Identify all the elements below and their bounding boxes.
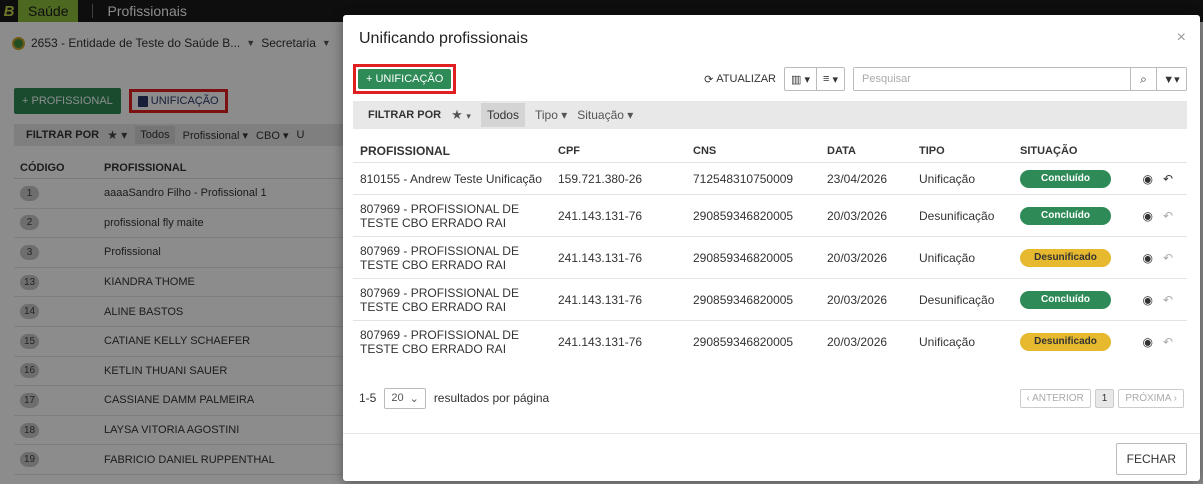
cell-data: 20/03/2026 [827, 334, 888, 349]
col-situacao[interactable]: SITUAÇÃO [1020, 145, 1140, 157]
modal-toolbar: + UNIFICAÇÃO ⟳ ATUALIZAR ▥ ▾ ≡ ▾ ⌕ ▼▾ [353, 64, 1187, 94]
refresh-button[interactable]: ⟳ ATUALIZAR [704, 73, 776, 86]
cell-cpf: 241.143.131-76 [558, 334, 643, 349]
col-cpf[interactable]: CPF [558, 145, 693, 157]
eye-icon[interactable]: ◉ [1142, 335, 1152, 349]
view-options: ▥ ▾ ≡ ▾ [783, 67, 845, 91]
unificacao-table: PROFISSIONAL CPF CNS DATA TIPO SITUAÇÃO … [353, 140, 1187, 362]
pagination: 1-5 20 ⌄ resultados por página ‹ ANTERIO… [359, 385, 1184, 411]
undo-icon[interactable]: ↶ [1163, 172, 1173, 186]
eye-icon[interactable]: ◉ [1142, 172, 1152, 186]
cell-cns: 290859346820005 [693, 292, 794, 307]
col-cns[interactable]: CNS [693, 145, 827, 157]
filter-todos[interactable]: Todos [480, 103, 525, 127]
star-icon[interactable]: ★ ▾ [451, 107, 471, 123]
cell-tipo: Unificação [919, 171, 976, 186]
cell-data: 20/03/2026 [827, 250, 888, 265]
eye-icon[interactable]: ◉ [1142, 293, 1152, 307]
cell-cpf: 241.143.131-76 [558, 250, 643, 265]
cell-tipo: Desunificação [919, 292, 995, 307]
highlight-outline: + UNIFICAÇÃO [353, 64, 457, 94]
search-icon[interactable]: ⌕ [1130, 68, 1156, 90]
modal-title: Unificando profissionais [359, 30, 528, 47]
search-box: ⌕ ▼▾ [853, 67, 1187, 91]
cell-cpf: 241.143.131-76 [558, 208, 643, 223]
cell-profissional: 807969 - PROFISSIONAL DE TESTE CBO ERRAD… [360, 201, 519, 230]
eye-icon[interactable]: ◉ [1142, 209, 1152, 223]
undo-icon: ↶ [1162, 250, 1173, 265]
cell-cns: 290859346820005 [693, 334, 794, 349]
per-page-label: resultados por página [433, 391, 550, 405]
close-icon[interactable]: × [1177, 29, 1186, 47]
per-page-select[interactable]: 20 ⌄ [384, 387, 426, 409]
col-data[interactable]: DATA [827, 145, 919, 157]
refresh-icon: ⟳ [704, 73, 714, 86]
search-input[interactable] [854, 68, 1130, 90]
fechar-button[interactable]: FECHAR [1115, 443, 1187, 475]
table-row[interactable]: 807969 - PROFISSIONAL DE TESTE CBO ERRAD… [353, 194, 1187, 236]
cell-data: 23/04/2026 [827, 171, 888, 186]
next-page-button[interactable]: PRÓXIMA › [1118, 388, 1184, 408]
col-tipo[interactable]: TIPO [919, 145, 1020, 157]
cell-cpf: 241.143.131-76 [558, 292, 643, 307]
table-row[interactable]: 807969 - PROFISSIONAL DE TESTE CBO ERRAD… [353, 320, 1187, 362]
col-profissional[interactable]: PROFISSIONAL [353, 144, 558, 158]
undo-icon: ↶ [1162, 334, 1173, 349]
status-badge: Concluído [1020, 290, 1111, 309]
table-header: PROFISSIONAL CPF CNS DATA TIPO SITUAÇÃO [353, 140, 1187, 162]
cell-tipo: Unificação [919, 250, 976, 265]
cell-profissional: 810155 - Andrew Teste Unificação [360, 171, 542, 186]
filter-tipo[interactable]: Tipo ▾ [535, 108, 567, 122]
chevron-down-icon: ▾ [804, 73, 810, 86]
modal-footer: FECHAR [343, 433, 1200, 481]
cell-profissional: 807969 - PROFISSIONAL DE TESTE CBO ERRAD… [360, 285, 519, 314]
table-row[interactable]: 807969 - PROFISSIONAL DE TESTE CBO ERRAD… [353, 236, 1187, 278]
filter-label: FILTRAR POR [368, 109, 442, 121]
prev-page-button[interactable]: ‹ ANTERIOR [1019, 388, 1091, 408]
cell-tipo: Unificação [919, 334, 976, 349]
unificacao-modal: Unificando profissionais × + UNIFICAÇÃO … [343, 15, 1200, 481]
cell-data: 20/03/2026 [827, 208, 888, 223]
add-unificacao-button[interactable]: + UNIFICAÇÃO [358, 69, 452, 89]
cell-profissional: 807969 - PROFISSIONAL DE TESTE CBO ERRAD… [360, 327, 519, 356]
filter-situacao[interactable]: Situação ▾ [577, 108, 633, 122]
cell-data: 20/03/2026 [827, 292, 888, 307]
list-icon: ≡ [822, 73, 830, 85]
undo-icon: ↶ [1162, 292, 1173, 307]
per-page-value: 20 [391, 391, 404, 404]
chevron-down-icon: ⌄ [409, 392, 419, 405]
status-badge: Concluído [1020, 206, 1111, 225]
modal-filter-bar: FILTRAR POR ★ ▾ Todos Tipo ▾ Situação ▾ [353, 101, 1187, 129]
status-badge: Desunificado [1020, 248, 1111, 267]
table-row[interactable]: 807969 - PROFISSIONAL DE TESTE CBO ERRAD… [353, 278, 1187, 320]
filter-icon[interactable]: ▼▾ [1156, 68, 1186, 90]
refresh-label: ATUALIZAR [716, 73, 776, 85]
cell-cns: 290859346820005 [693, 208, 794, 223]
columns-icon: ▥ [790, 73, 802, 86]
undo-icon: ↶ [1162, 208, 1173, 223]
status-badge: Desunificado [1020, 332, 1111, 351]
table-row[interactable]: 810155 - Andrew Teste Unificação 159.721… [353, 162, 1187, 194]
eye-icon[interactable]: ◉ [1142, 251, 1152, 265]
cell-cpf: 159.721.380-26 [558, 171, 643, 186]
density-button[interactable]: ≡ ▾ [815, 68, 844, 90]
cell-profissional: 807969 - PROFISSIONAL DE TESTE CBO ERRAD… [360, 243, 519, 272]
result-range: 1-5 [359, 391, 377, 405]
chevron-down-icon: ▾ [832, 73, 838, 86]
cell-tipo: Desunificação [919, 208, 995, 223]
columns-button[interactable]: ▥ ▾ [785, 68, 816, 90]
current-page-button[interactable]: 1 [1094, 388, 1115, 408]
cell-cns: 290859346820005 [693, 250, 794, 265]
status-badge: Concluído [1020, 169, 1111, 188]
cell-cns: 712548310750009 [693, 171, 794, 186]
